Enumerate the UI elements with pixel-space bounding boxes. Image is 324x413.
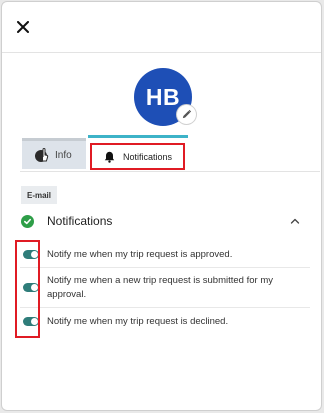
notification-settings-panel: HB Info Notifications E-mail Notificatio… bbox=[1, 1, 322, 411]
panel-header bbox=[2, 2, 321, 53]
hand-pointer-icon bbox=[35, 147, 49, 162]
toggle-submitted[interactable] bbox=[23, 283, 39, 292]
notification-row-approved: Notify me when my trip request is approv… bbox=[20, 242, 310, 266]
notification-label-submitted: Notify me when a new trip request is sub… bbox=[47, 275, 273, 300]
check-circle-icon bbox=[21, 215, 34, 228]
notification-row-declined: Notify me when my trip request is declin… bbox=[20, 308, 310, 336]
tab-notifications-label: Notifications bbox=[123, 151, 173, 162]
profile-avatar-container: HB bbox=[134, 68, 196, 126]
chevron-up-icon[interactable] bbox=[288, 214, 302, 228]
edit-avatar-button[interactable] bbox=[177, 105, 196, 124]
bell-icon bbox=[104, 151, 115, 163]
email-badge: E-mail bbox=[21, 186, 57, 204]
pencil-icon bbox=[182, 109, 192, 119]
tab-bar: Info Notifications bbox=[20, 135, 320, 171]
tab-notifications-highlight: Notifications bbox=[90, 143, 185, 170]
section-title: Notifications bbox=[47, 214, 113, 228]
notifications-section-header[interactable]: Notifications bbox=[20, 210, 310, 234]
toggle-declined[interactable] bbox=[23, 317, 39, 326]
avatar-initials: HB bbox=[145, 83, 181, 110]
tab-info[interactable]: Info bbox=[22, 138, 86, 169]
close-button[interactable] bbox=[12, 16, 34, 38]
close-icon bbox=[17, 21, 29, 33]
tab-divider bbox=[20, 171, 320, 172]
tab-notifications[interactable]: Notifications bbox=[88, 135, 188, 171]
notification-label-approved: Notify me when my trip request is approv… bbox=[47, 249, 233, 260]
notification-label-declined: Notify me when my trip request is declin… bbox=[47, 316, 229, 327]
tab-info-label: Info bbox=[55, 149, 72, 161]
toggle-approved[interactable] bbox=[23, 250, 39, 259]
notification-row-submitted: Notify me when a new trip request is sub… bbox=[20, 268, 310, 306]
